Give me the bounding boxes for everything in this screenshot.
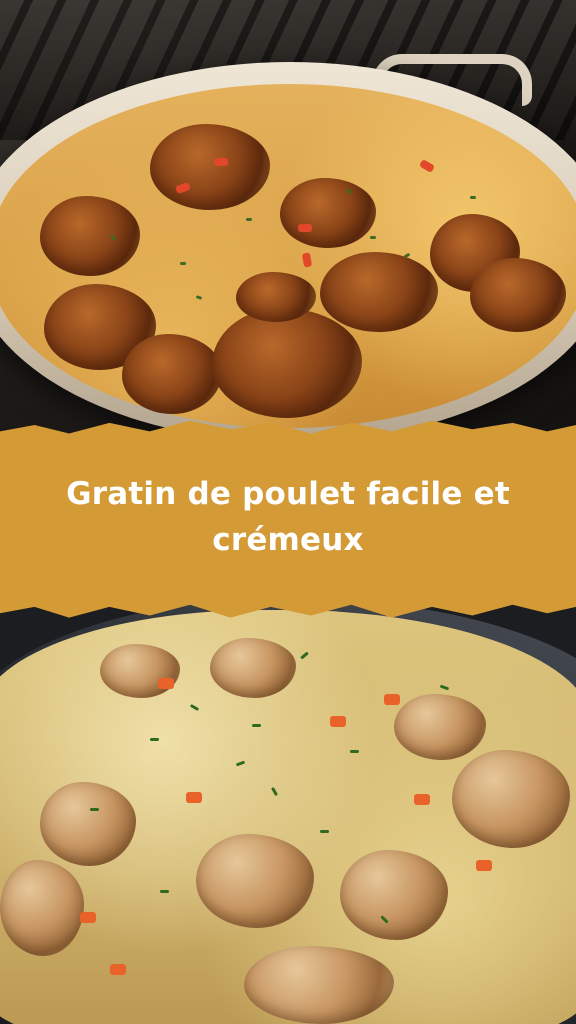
carrot-dice [186, 792, 202, 803]
parsley-sprinkle [90, 808, 99, 811]
carrot-dice [414, 794, 430, 805]
carrot-dice [158, 678, 174, 689]
gratin-dish-photo [0, 0, 576, 440]
recipe-pin: Gratin de poulet facile et crémeux [0, 0, 576, 1024]
crust-piece [320, 252, 438, 332]
recipe-title: Gratin de poulet facile et crémeux [66, 475, 510, 559]
herb-sprinkle [180, 262, 186, 265]
carrot-dice [476, 860, 492, 871]
crust-piece [280, 178, 376, 248]
red-pepper [214, 158, 228, 166]
crust-piece [236, 272, 316, 322]
parsley-sprinkle [160, 890, 169, 893]
herb-sprinkle [470, 196, 476, 199]
creamy-chicken-skillet-photo [0, 598, 576, 1024]
chicken-piece [394, 694, 486, 760]
chicken-piece [40, 782, 136, 866]
carrot-dice [80, 912, 96, 923]
crust-piece [122, 334, 222, 414]
crust-piece [150, 124, 270, 210]
herb-sprinkle [370, 236, 376, 239]
red-pepper [298, 224, 312, 232]
crust-piece [470, 258, 566, 332]
parsley-sprinkle [350, 750, 359, 753]
chicken-piece [0, 860, 84, 956]
crust-piece [212, 308, 362, 418]
chicken-piece [244, 946, 394, 1024]
chicken-piece [210, 638, 296, 698]
crust-piece [40, 196, 140, 276]
carrot-dice [110, 964, 126, 975]
carrot-dice [330, 716, 346, 727]
chicken-piece [196, 834, 314, 928]
title-banner: Gratin de poulet facile et crémeux [0, 420, 576, 618]
carrot-dice [384, 694, 400, 705]
chicken-piece [100, 644, 180, 698]
parsley-sprinkle [150, 738, 159, 741]
chicken-piece [452, 750, 570, 848]
parsley-sprinkle [320, 830, 329, 833]
chicken-piece [340, 850, 448, 940]
parsley-sprinkle [252, 724, 261, 727]
herb-sprinkle [246, 218, 252, 221]
